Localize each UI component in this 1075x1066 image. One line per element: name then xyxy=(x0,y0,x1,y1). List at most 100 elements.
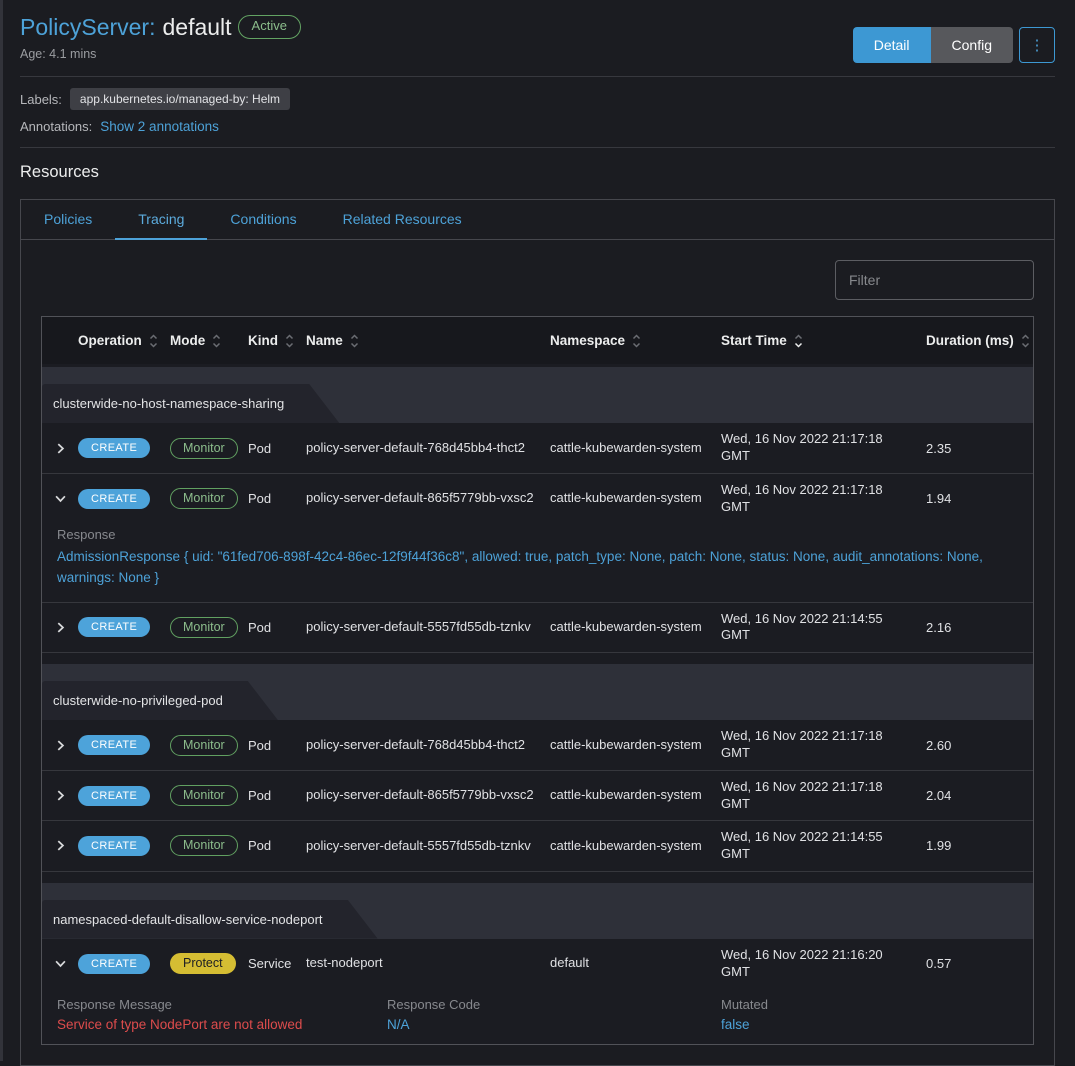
tab-tracing[interactable]: Tracing xyxy=(115,200,207,240)
tab-related-resources[interactable]: Related Resources xyxy=(320,200,485,240)
operation-badge: CREATE xyxy=(78,489,150,509)
page-header: PolicyServer: default Active Age: 4.1 mi… xyxy=(20,13,1055,63)
column-header-operation[interactable]: Operation xyxy=(78,333,170,349)
namespace-cell: cattle-kubewarden-system xyxy=(550,490,721,507)
sort-descending-icon[interactable] xyxy=(794,333,803,349)
table-row: CREATE Monitor Pod policy-server-default… xyxy=(42,602,1033,652)
mode-badge: Monitor xyxy=(170,785,238,806)
expand-chevron-icon[interactable] xyxy=(42,740,78,751)
mode-badge: Monitor xyxy=(170,617,238,638)
name-cell: policy-server-default-768d45bb4-thct2 xyxy=(306,440,550,457)
mode-badge: Monitor xyxy=(170,735,238,756)
name-cell: policy-server-default-865f5779bb-vxsc2 xyxy=(306,490,550,507)
namespace-cell: default xyxy=(550,955,721,972)
mode-badge: Monitor xyxy=(170,488,238,509)
expand-chevron-icon[interactable] xyxy=(42,790,78,801)
policy-group: clusterwide-no-host-namespace-sharing CR… xyxy=(42,364,1033,653)
sort-icon[interactable] xyxy=(350,333,359,349)
column-header-namespace[interactable]: Namespace xyxy=(550,333,721,349)
duration-cell: 2.04 xyxy=(926,788,1033,803)
tab-policies[interactable]: Policies xyxy=(21,200,115,240)
show-annotations-link[interactable]: Show 2 annotations xyxy=(100,119,219,134)
policy-group: clusterwide-no-privileged-pod CREATE Mon… xyxy=(42,653,1033,872)
resource-name-label: default xyxy=(162,13,231,42)
table-row: CREATE Protect Service test-nodeport def… xyxy=(42,939,1033,989)
namespace-cell: cattle-kubewarden-system xyxy=(550,838,721,855)
sort-icon[interactable] xyxy=(1021,333,1030,349)
header-actions: Detail Config ⋮ xyxy=(853,27,1055,63)
page-title: PolicyServer: default Active xyxy=(20,13,301,42)
tracing-table: Operation Mode Kind Name xyxy=(41,316,1034,1045)
operation-badge: CREATE xyxy=(78,836,150,856)
tab-conditions[interactable]: Conditions xyxy=(207,200,319,240)
mutated-label: Mutated xyxy=(721,997,1013,1012)
detail-button[interactable]: Detail xyxy=(853,27,931,63)
start-time-cell: Wed, 16 Nov 2022 21:16:20 GMT xyxy=(721,947,926,980)
labels-label: Labels: xyxy=(20,92,62,107)
sort-icon[interactable] xyxy=(149,333,158,349)
sort-icon[interactable] xyxy=(285,333,294,349)
duration-cell: 1.94 xyxy=(926,491,1033,506)
sort-icon[interactable] xyxy=(212,333,221,349)
expand-chevron-icon[interactable] xyxy=(42,443,78,454)
operation-badge: CREATE xyxy=(78,786,150,806)
column-header-start-time[interactable]: Start Time xyxy=(721,333,926,349)
duration-cell: 2.60 xyxy=(926,738,1033,753)
table-row: CREATE Monitor Pod policy-server-default… xyxy=(42,720,1033,770)
name-cell: policy-server-default-865f5779bb-vxsc2 xyxy=(306,787,550,804)
collapse-chevron-icon[interactable] xyxy=(42,493,78,504)
row-detail-response-summary: Response Message Service of type NodePor… xyxy=(42,989,1033,1044)
age-text: Age: 4.1 mins xyxy=(20,47,301,61)
namespace-cell: cattle-kubewarden-system xyxy=(550,787,721,804)
column-header-mode[interactable]: Mode xyxy=(170,333,248,349)
expand-chevron-icon[interactable] xyxy=(42,622,78,633)
kind-cell: Pod xyxy=(248,838,306,853)
mutated-value: false xyxy=(721,1017,1013,1032)
start-time-cell: Wed, 16 Nov 2022 21:17:18 GMT xyxy=(721,728,926,761)
table-row: CREATE Monitor Pod policy-server-default… xyxy=(42,770,1033,820)
table-row: CREATE Monitor Pod policy-server-default… xyxy=(42,473,1033,523)
column-header-name[interactable]: Name xyxy=(306,333,550,349)
group-header: clusterwide-no-host-namespace-sharing xyxy=(42,367,1033,423)
filter-input[interactable] xyxy=(835,260,1034,300)
start-time-cell: Wed, 16 Nov 2022 21:14:55 GMT xyxy=(721,829,926,862)
name-cell: policy-server-default-5557fd55db-tznkv xyxy=(306,838,550,855)
duration-cell: 2.16 xyxy=(926,620,1033,635)
operation-badge: CREATE xyxy=(78,438,150,458)
mutated-block: Mutated false xyxy=(721,997,1013,1032)
group-header: namespaced-default-disallow-service-node… xyxy=(42,883,1033,939)
config-button[interactable]: Config xyxy=(931,27,1013,63)
mode-badge: Monitor xyxy=(170,438,238,459)
group-name-tab: clusterwide-no-host-namespace-sharing xyxy=(42,384,339,423)
kind-cell: Pod xyxy=(248,620,306,635)
start-time-cell: Wed, 16 Nov 2022 21:17:18 GMT xyxy=(721,482,926,515)
title-block: PolicyServer: default Active Age: 4.1 mi… xyxy=(20,13,301,61)
duration-cell: 0.57 xyxy=(926,956,1033,971)
kind-cell: Pod xyxy=(248,788,306,803)
header-divider xyxy=(20,76,1055,77)
kebab-menu-icon[interactable]: ⋮ xyxy=(1019,27,1055,63)
group-header: clusterwide-no-privileged-pod xyxy=(42,664,1033,720)
expand-chevron-icon[interactable] xyxy=(42,840,78,851)
response-message-value: Service of type NodePort are not allowed xyxy=(57,1017,387,1032)
row-detail-response: Response AdmissionResponse { uid: "61fed… xyxy=(42,523,1033,602)
sort-icon[interactable] xyxy=(632,333,641,349)
mode-badge: Protect xyxy=(170,953,236,974)
policy-server-detail-page: PolicyServer: default Active Age: 4.1 mi… xyxy=(3,0,1075,1066)
table-row: CREATE Monitor Pod policy-server-default… xyxy=(42,423,1033,473)
policy-group: namespaced-default-disallow-service-node… xyxy=(42,872,1033,1044)
column-header-kind[interactable]: Kind xyxy=(248,333,306,349)
collapse-chevron-icon[interactable] xyxy=(42,958,78,969)
annotations-row: Annotations: Show 2 annotations xyxy=(20,119,1055,134)
start-time-cell: Wed, 16 Nov 2022 21:17:18 GMT xyxy=(721,431,926,464)
duration-cell: 1.99 xyxy=(926,838,1033,853)
namespace-cell: cattle-kubewarden-system xyxy=(550,619,721,636)
name-cell: policy-server-default-768d45bb4-thct2 xyxy=(306,737,550,754)
kind-cell: Pod xyxy=(248,491,306,506)
meta-divider xyxy=(20,147,1055,148)
start-time-cell: Wed, 16 Nov 2022 21:14:55 GMT xyxy=(721,611,926,644)
namespace-cell: cattle-kubewarden-system xyxy=(550,440,721,457)
column-header-duration[interactable]: Duration (ms) xyxy=(926,333,1033,349)
start-time-cell: Wed, 16 Nov 2022 21:17:18 GMT xyxy=(721,779,926,812)
group-name-tab: namespaced-default-disallow-service-node… xyxy=(42,900,378,939)
